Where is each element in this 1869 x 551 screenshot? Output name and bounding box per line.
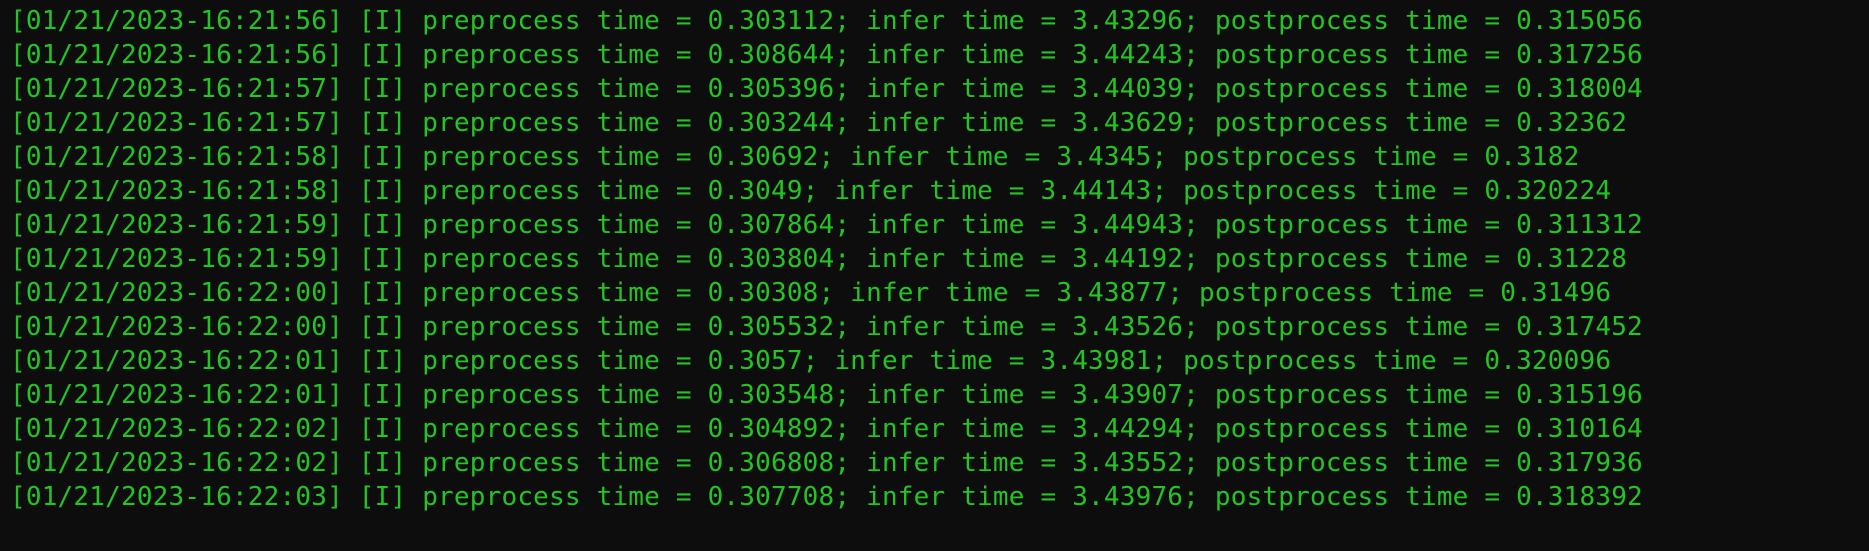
log-level-tag: [I] <box>359 448 407 478</box>
log-message: preprocess time = 0.305532; infer time =… <box>422 312 1643 342</box>
log-timestamp: [01/21/2023-16:21:56] <box>10 40 343 70</box>
log-message: preprocess time = 0.303548; infer time =… <box>422 380 1643 410</box>
log-line: [01/21/2023-16:22:00] [I] preprocess tim… <box>10 276 1859 310</box>
log-timestamp: [01/21/2023-16:22:02] <box>10 414 343 444</box>
log-timestamp: [01/21/2023-16:22:01] <box>10 346 343 376</box>
log-timestamp: [01/21/2023-16:22:01] <box>10 380 343 410</box>
log-timestamp: [01/21/2023-16:22:00] <box>10 278 343 308</box>
log-line: [01/21/2023-16:22:01] [I] preprocess tim… <box>10 344 1859 378</box>
log-message: preprocess time = 0.303244; infer time =… <box>422 108 1627 138</box>
log-level-tag: [I] <box>359 346 407 376</box>
log-level-tag: [I] <box>359 6 407 36</box>
log-timestamp: [01/21/2023-16:21:59] <box>10 244 343 274</box>
log-timestamp: [01/21/2023-16:21:57] <box>10 74 343 104</box>
log-level-tag: [I] <box>359 414 407 444</box>
log-line: [01/21/2023-16:22:03] [I] preprocess tim… <box>10 480 1859 514</box>
log-level-tag: [I] <box>359 244 407 274</box>
log-line: [01/21/2023-16:22:01] [I] preprocess tim… <box>10 378 1859 412</box>
log-timestamp: [01/21/2023-16:21:59] <box>10 210 343 240</box>
log-level-tag: [I] <box>359 40 407 70</box>
terminal-output: [01/21/2023-16:21:56] [I] preprocess tim… <box>0 0 1869 514</box>
log-level-tag: [I] <box>359 278 407 308</box>
log-level-tag: [I] <box>359 312 407 342</box>
log-level-tag: [I] <box>359 176 407 206</box>
log-line: [01/21/2023-16:21:56] [I] preprocess tim… <box>10 4 1859 38</box>
log-level-tag: [I] <box>359 108 407 138</box>
log-line: [01/21/2023-16:22:02] [I] preprocess tim… <box>10 412 1859 446</box>
log-level-tag: [I] <box>359 380 407 410</box>
log-timestamp: [01/21/2023-16:21:56] <box>10 6 343 36</box>
log-level-tag: [I] <box>359 210 407 240</box>
log-line: [01/21/2023-16:22:02] [I] preprocess tim… <box>10 446 1859 480</box>
log-timestamp: [01/21/2023-16:21:57] <box>10 108 343 138</box>
log-message: preprocess time = 0.308644; infer time =… <box>422 40 1643 70</box>
log-line: [01/21/2023-16:21:58] [I] preprocess tim… <box>10 140 1859 174</box>
log-timestamp: [01/21/2023-16:22:03] <box>10 482 343 512</box>
log-timestamp: [01/21/2023-16:22:02] <box>10 448 343 478</box>
log-message: preprocess time = 0.307864; infer time =… <box>422 210 1643 240</box>
log-line: [01/21/2023-16:21:58] [I] preprocess tim… <box>10 174 1859 208</box>
log-message: preprocess time = 0.30692; infer time = … <box>422 142 1579 172</box>
log-message: preprocess time = 0.3049; infer time = 3… <box>422 176 1611 206</box>
log-line: [01/21/2023-16:21:57] [I] preprocess tim… <box>10 72 1859 106</box>
log-message: preprocess time = 0.303112; infer time =… <box>422 6 1643 36</box>
log-timestamp: [01/21/2023-16:21:58] <box>10 142 343 172</box>
log-message: preprocess time = 0.305396; infer time =… <box>422 74 1643 104</box>
log-message: preprocess time = 0.304892; infer time =… <box>422 414 1643 444</box>
log-line: [01/21/2023-16:21:59] [I] preprocess tim… <box>10 208 1859 242</box>
log-line: [01/21/2023-16:22:00] [I] preprocess tim… <box>10 310 1859 344</box>
log-level-tag: [I] <box>359 142 407 172</box>
log-level-tag: [I] <box>359 482 407 512</box>
log-message: preprocess time = 0.303804; infer time =… <box>422 244 1627 274</box>
log-timestamp: [01/21/2023-16:21:58] <box>10 176 343 206</box>
log-message: preprocess time = 0.307708; infer time =… <box>422 482 1643 512</box>
log-message: preprocess time = 0.306808; infer time =… <box>422 448 1643 478</box>
log-line: [01/21/2023-16:21:56] [I] preprocess tim… <box>10 38 1859 72</box>
log-line: [01/21/2023-16:21:57] [I] preprocess tim… <box>10 106 1859 140</box>
log-message: preprocess time = 0.3057; infer time = 3… <box>422 346 1611 376</box>
log-message: preprocess time = 0.30308; infer time = … <box>422 278 1611 308</box>
log-line: [01/21/2023-16:21:59] [I] preprocess tim… <box>10 242 1859 276</box>
log-level-tag: [I] <box>359 74 407 104</box>
log-timestamp: [01/21/2023-16:22:00] <box>10 312 343 342</box>
